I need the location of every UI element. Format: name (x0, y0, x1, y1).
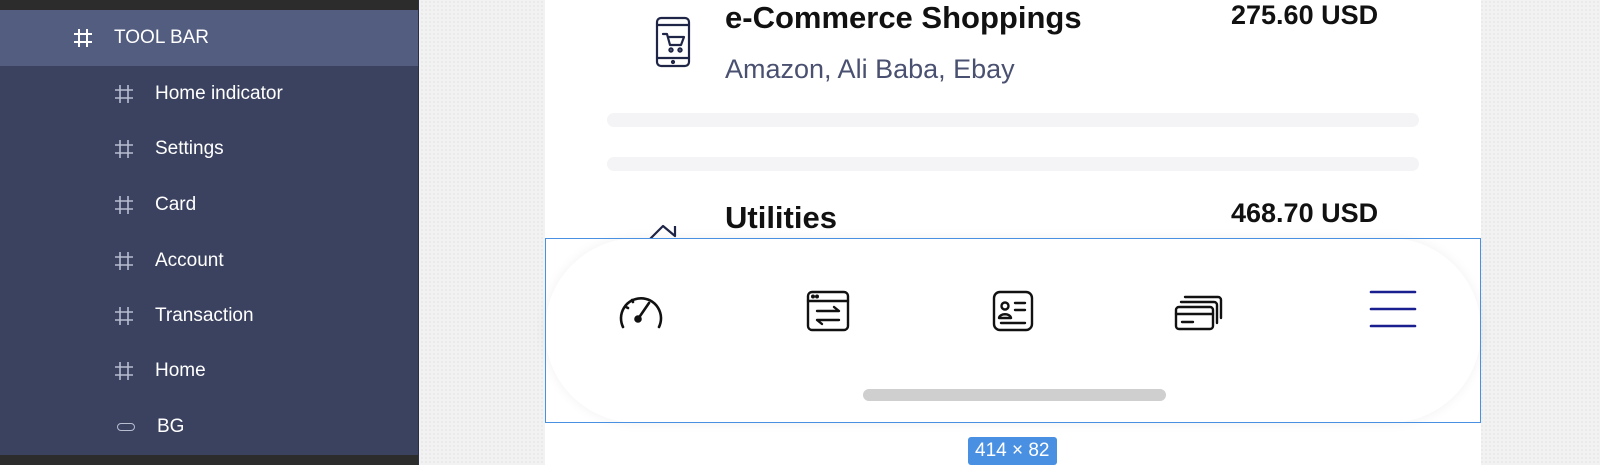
transaction-title: Utilities (725, 200, 837, 235)
layer-item-transaction[interactable]: Transaction (0, 288, 418, 344)
home-indicator-bar (863, 389, 1166, 401)
frame-hash-icon (113, 360, 135, 382)
id-card-icon[interactable] (986, 289, 1040, 333)
layer-item-settings[interactable]: Settings (0, 121, 418, 177)
layer-item-home[interactable]: Home (0, 343, 418, 399)
transaction-subtitle: Amazon, Ali Baba, Ebay (725, 54, 1015, 84)
layer-label: Account (155, 250, 224, 271)
layer-label: Settings (155, 138, 224, 159)
panel-bottom-strip (0, 455, 418, 465)
card-divider (607, 157, 1419, 171)
layer-label: Transaction (155, 305, 254, 326)
layer-item-bg[interactable]: BG (0, 399, 418, 455)
frame-hash-icon (113, 305, 135, 327)
layers-panel: TOOL BAR Home indicator Settings Card Ac… (0, 0, 419, 465)
frame-hash-icon (72, 27, 94, 49)
layer-label: Home indicator (155, 83, 283, 104)
transaction-amount: 468.70 USD (1231, 198, 1379, 228)
frame-hash-icon (113, 138, 135, 160)
layer-label: BG (157, 416, 185, 437)
rectangle-icon (117, 423, 135, 431)
transaction-amount: 275.60 USD (1231, 0, 1379, 30)
frame-hash-icon (113, 83, 135, 105)
layer-label: TOOL BAR (114, 27, 210, 48)
panel-top-strip (0, 0, 418, 10)
size-badge: 414 × 82 (968, 437, 1057, 465)
frame-hash-icon (113, 250, 135, 272)
cards-stack-icon[interactable] (1173, 289, 1227, 333)
card-divider (607, 113, 1419, 127)
layer-label: Card (155, 194, 197, 215)
transfer-window-icon[interactable] (801, 289, 855, 333)
layer-item-card[interactable]: Card (0, 177, 418, 233)
menu-icon[interactable] (1366, 289, 1420, 333)
mobile-cart-icon (655, 16, 691, 73)
layer-item-home-indicator[interactable]: Home indicator (0, 66, 418, 122)
frame-hash-icon (113, 194, 135, 216)
layer-item-tool-bar[interactable]: TOOL BAR (0, 10, 418, 66)
transaction-title: e-Commerce Shoppings (725, 0, 1082, 35)
speedometer-icon[interactable] (614, 289, 668, 333)
layer-label: Home (155, 360, 206, 381)
layer-item-account[interactable]: Account (0, 233, 418, 289)
